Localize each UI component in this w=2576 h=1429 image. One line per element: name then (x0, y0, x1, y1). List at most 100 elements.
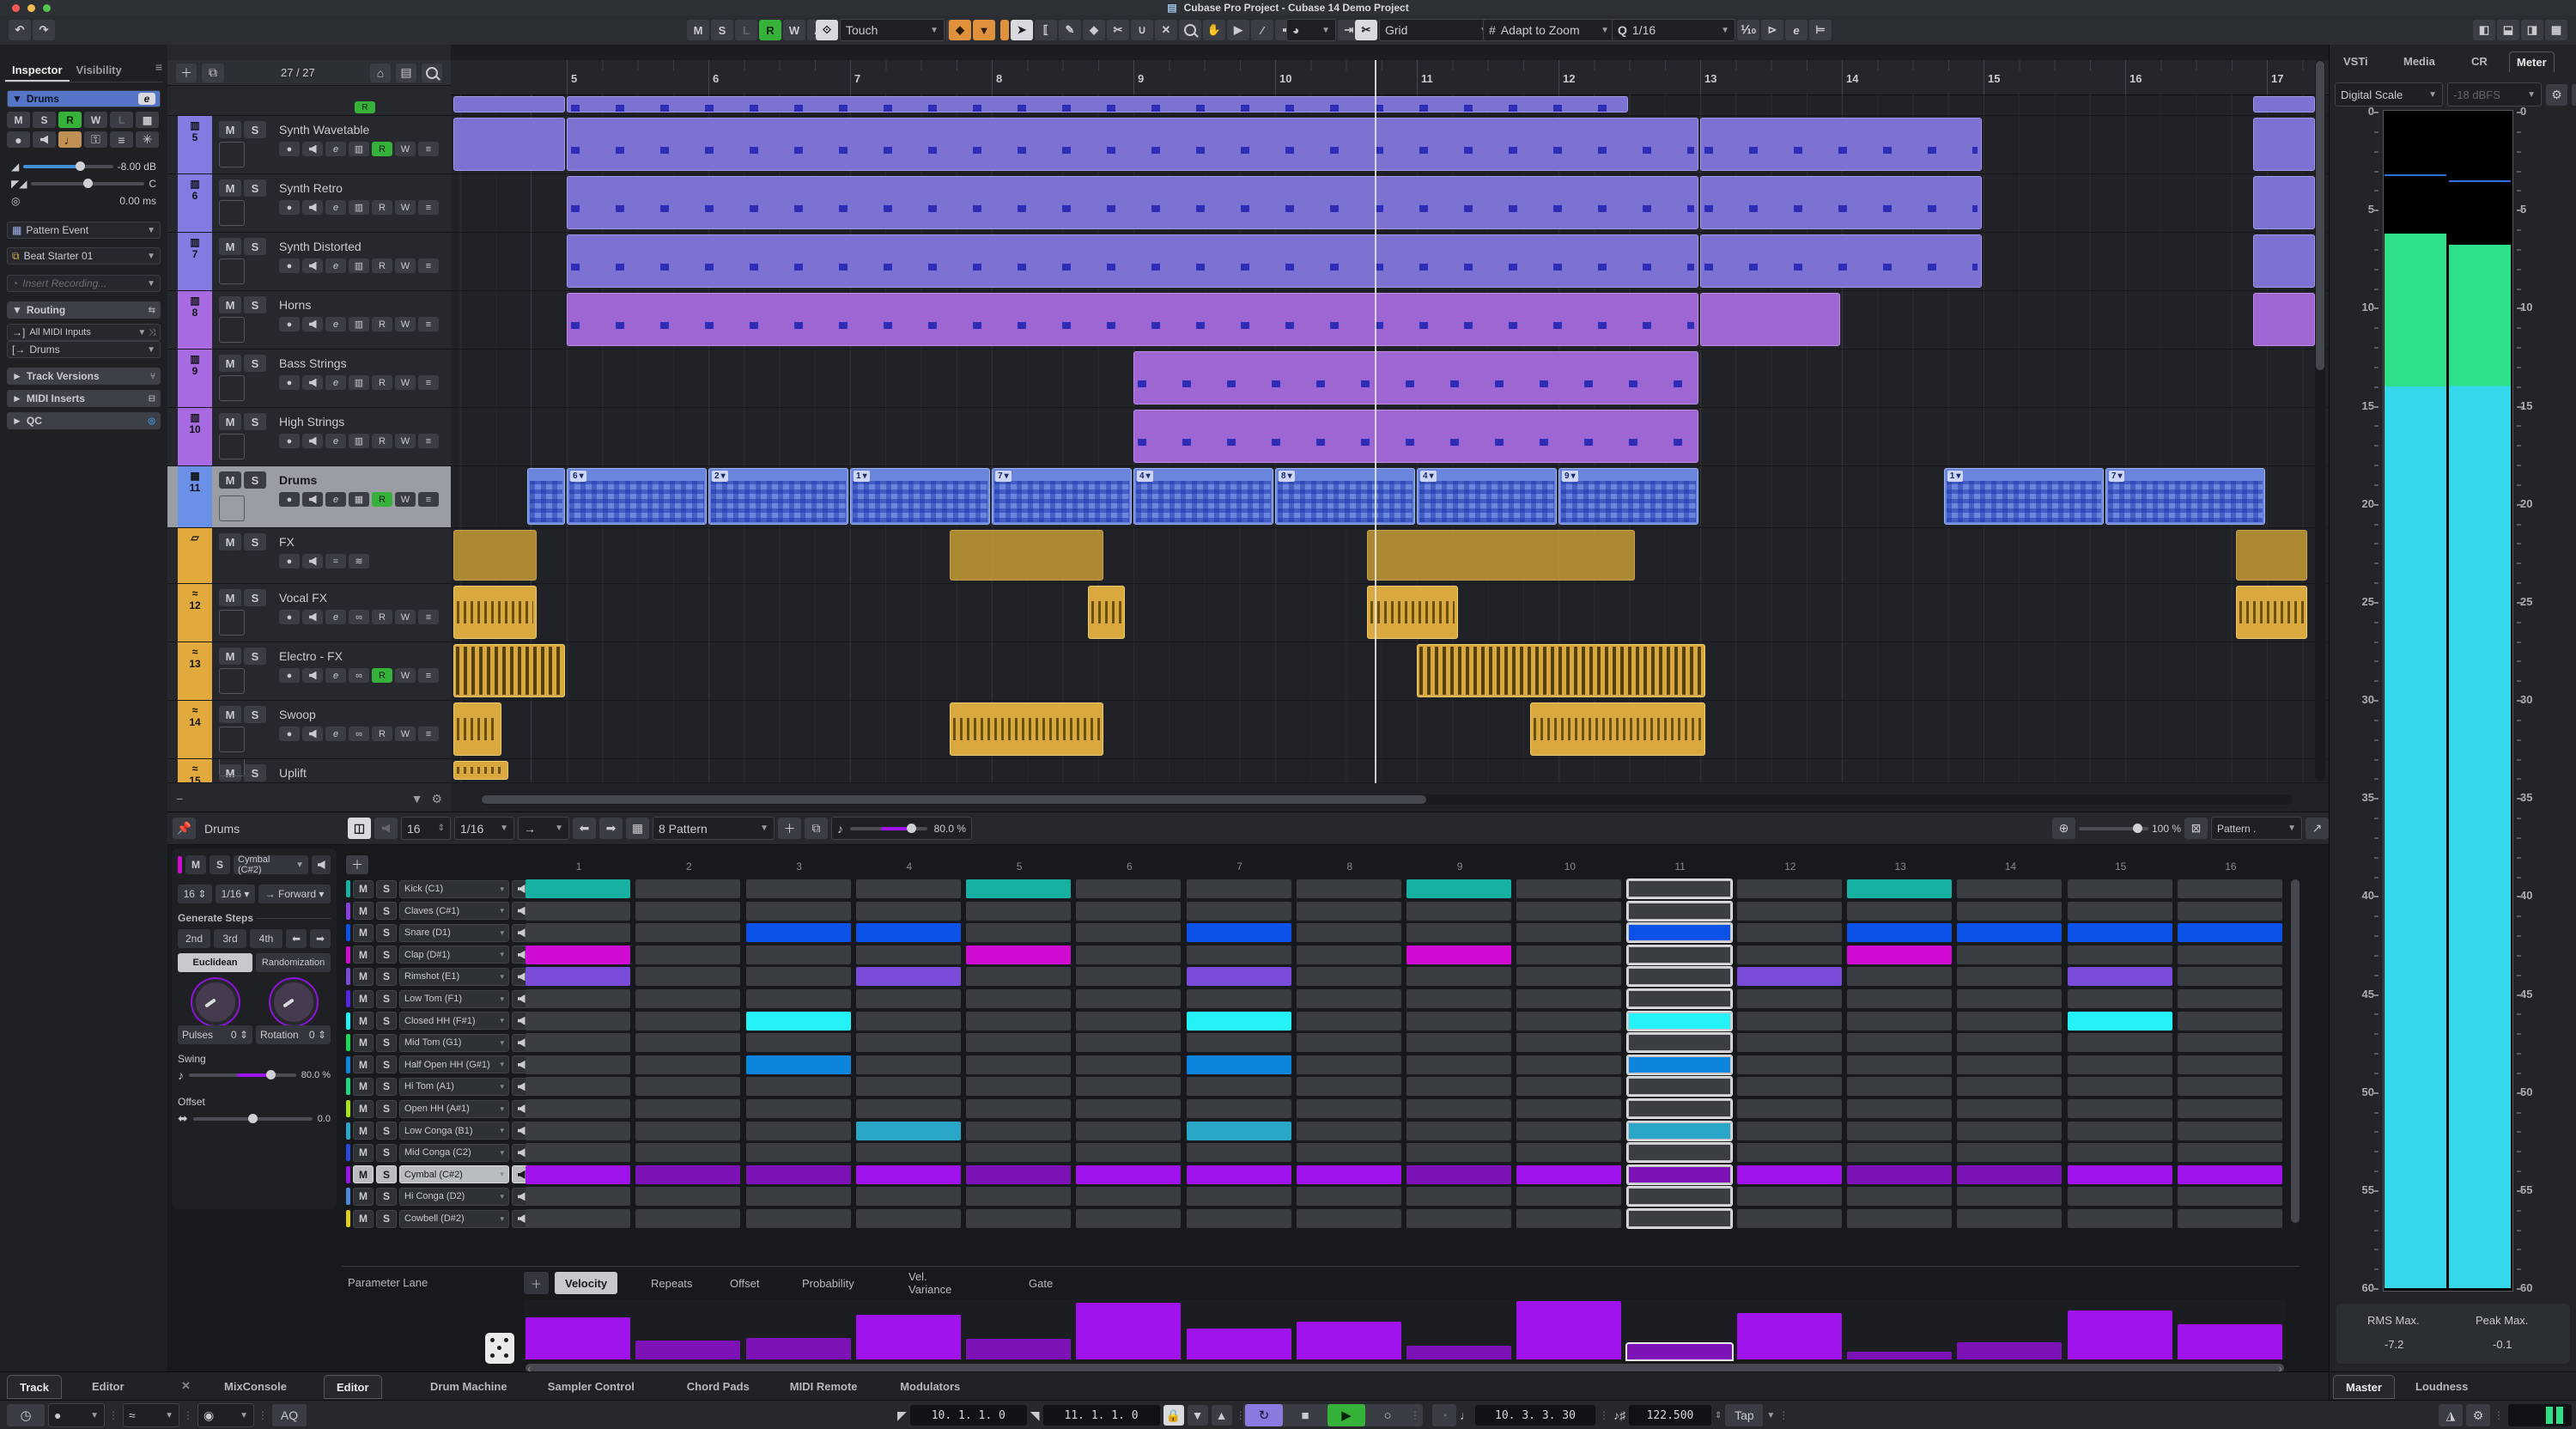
step-cell[interactable] (526, 1055, 630, 1074)
step-cell[interactable] (855, 1121, 961, 1140)
step-cell[interactable] (855, 945, 961, 964)
step-cell[interactable] (1626, 1121, 1732, 1140)
step-cell[interactable] (1626, 1143, 1732, 1163)
clip[interactable] (453, 702, 501, 756)
record-enable-button[interactable]: ● (279, 668, 300, 683)
snap-zero-crossing-icon[interactable]: ⊨ (1809, 20, 1832, 40)
lanes-button[interactable]: ≡ (418, 668, 439, 683)
monitor-button[interactable] (302, 492, 323, 507)
drum-mute-button[interactable]: M (353, 1012, 374, 1031)
step-cell[interactable] (526, 901, 630, 921)
preroll-icon[interactable]: ◔ (1432, 1404, 1456, 1426)
right-locator-icon[interactable]: ◥ (1030, 1408, 1040, 1423)
lower-tab-midi-remote[interactable]: MIDI Remote (778, 1375, 870, 1397)
edit-channel-button[interactable]: e (325, 492, 346, 507)
step-cell[interactable] (2177, 945, 2282, 964)
part-box[interactable] (219, 668, 245, 694)
step-cell[interactable] (1186, 967, 1291, 987)
right-locator-value[interactable]: 11. 1. 1. 0 (1042, 1405, 1160, 1426)
drum-row-low[interactable]: M S Low Conga (B1) ▾ (346, 1122, 531, 1140)
global-r-button[interactable]: R (759, 20, 781, 40)
track-row-high-strings[interactable]: ▥ 10 M S High Strings ● e ▥ R W ≡ (167, 408, 451, 466)
step-cell[interactable] (1516, 901, 1622, 921)
step-cell[interactable] (1957, 1143, 2063, 1163)
step-cell[interactable] (1076, 1055, 1182, 1074)
pan-slider-row[interactable]: ◤◢ C (7, 175, 161, 192)
step-cell[interactable] (745, 1209, 851, 1228)
step-cell[interactable] (2067, 923, 2172, 943)
step-cell[interactable] (1736, 901, 1842, 921)
drum-row-open[interactable]: M S Open HH (A#1) ▾ (346, 1099, 531, 1118)
step-cell[interactable] (1076, 1077, 1182, 1097)
track-list-expand-icon[interactable]: ▼ (411, 792, 423, 806)
punch-in-icon[interactable]: ▼ (1187, 1405, 1208, 1426)
step-cell[interactable] (1957, 1209, 2063, 1228)
pulses-stepper[interactable]: Pulses 0 ⇕ (178, 1025, 252, 1044)
write-automation-button[interactable]: W (395, 727, 416, 741)
step-cell[interactable] (1186, 1164, 1291, 1184)
drum-row-claves[interactable]: M S Claves (C#1) ▾ (346, 902, 531, 921)
home-icon[interactable]: ⌂ (370, 63, 391, 82)
edit-channel-button[interactable]: e (325, 317, 346, 331)
drum-pattern-clip[interactable]: 9 ▾ (1558, 468, 1698, 525)
step-cell[interactable] (745, 1143, 851, 1163)
step-cell[interactable] (526, 1187, 630, 1207)
inspector-s-button[interactable]: S (33, 112, 56, 128)
step-cell[interactable] (855, 1033, 961, 1053)
lanes-button[interactable]: ≡ (418, 200, 439, 215)
snap-type-dropdown[interactable]: Grid▼ (1379, 19, 1494, 41)
step-cell[interactable] (966, 1099, 1071, 1118)
step-cell[interactable] (966, 923, 1071, 943)
step-cell[interactable] (745, 1011, 851, 1031)
lanes-button[interactable]: ≡ (418, 610, 439, 624)
step-cell[interactable] (2177, 989, 2282, 1008)
velocity-bar[interactable] (855, 1315, 961, 1359)
step-cell[interactable] (635, 1099, 741, 1118)
iterative-quantize-icon[interactable]: ⅒ (1737, 20, 1759, 40)
record-enable-icon[interactable]: ● (7, 131, 30, 148)
step-cell[interactable] (1406, 879, 1511, 898)
step-cell[interactable] (635, 1011, 741, 1031)
step-cell[interactable] (1186, 1187, 1291, 1207)
rotation-knob[interactable] (270, 979, 317, 1025)
step-cell[interactable] (1626, 879, 1732, 898)
tab-inspector[interactable]: Inspector (5, 60, 70, 82)
step-cell[interactable] (1736, 967, 1842, 987)
step-cell[interactable] (1957, 1011, 2063, 1031)
track-search-icon[interactable] (422, 63, 442, 82)
step-cell[interactable] (2067, 1099, 2172, 1118)
step-cell[interactable] (1516, 945, 1622, 964)
step-cell[interactable] (1516, 1011, 1622, 1031)
automation-mode-dropdown[interactable]: Touch ▼ (840, 19, 945, 41)
drum-mute-button[interactable]: M (353, 1209, 374, 1228)
drum-mute-button[interactable]: M (353, 923, 374, 942)
clip[interactable] (1367, 586, 1458, 639)
step-cell[interactable] (1186, 923, 1291, 943)
step-cell[interactable] (526, 989, 630, 1008)
step-cell[interactable] (1076, 967, 1182, 987)
step-cell[interactable] (635, 1143, 741, 1163)
step-cell[interactable] (1186, 879, 1291, 898)
tab-loudness[interactable]: Loudness (2403, 1375, 2480, 1397)
drum-row-rimshot[interactable]: M S Rimshot (E1) ▾ (346, 967, 531, 986)
zone-tab-editor[interactable]: Editor (80, 1375, 137, 1397)
step-cell[interactable] (635, 1121, 741, 1140)
step-cell[interactable] (1076, 1187, 1182, 1207)
mute-button[interactable]: M (219, 296, 241, 313)
step-cell[interactable] (745, 901, 851, 921)
drum-row-kick[interactable]: M S Kick (C1) ▾ (346, 879, 531, 898)
meter-settings-icon[interactable]: ⚙ (2546, 83, 2567, 106)
clip[interactable] (2252, 293, 2315, 346)
redo-icon[interactable]: ↷ (33, 20, 55, 40)
mute-button[interactable]: M (219, 648, 241, 665)
editor-open-button[interactable]: ∞ (349, 727, 369, 741)
clip[interactable] (949, 702, 1103, 756)
step-cell[interactable] (1076, 1011, 1182, 1031)
offset-slider[interactable]: ⬌ 0.0 (178, 1111, 331, 1126)
right-tab-vsti[interactable]: VSTi (2336, 52, 2375, 71)
mute-tool[interactable]: ✕ (1155, 20, 1177, 40)
step-cell[interactable] (526, 1033, 630, 1053)
step-cell[interactable] (1186, 1055, 1291, 1074)
solo-button[interactable]: S (244, 471, 266, 489)
inspector-r-button[interactable]: R (58, 112, 82, 128)
